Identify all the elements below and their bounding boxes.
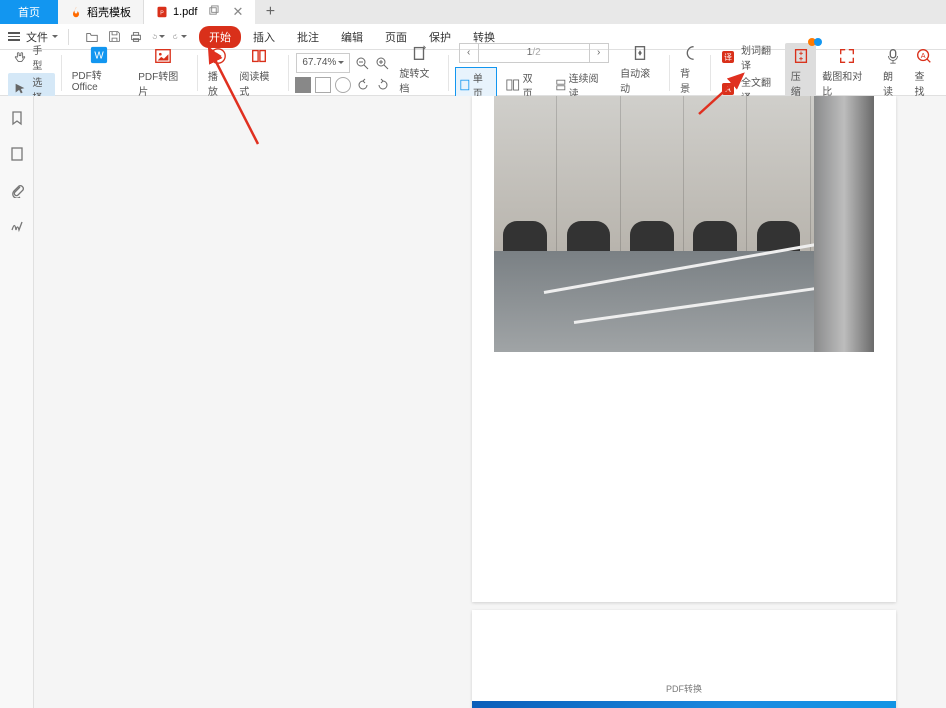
- filled-square-icon[interactable]: [295, 77, 311, 93]
- separator: [197, 55, 198, 91]
- play-button[interactable]: 播放: [202, 47, 233, 98]
- page-navigation: ‹ 1/2 ›: [459, 43, 609, 63]
- thumbnail-icon[interactable]: [9, 146, 25, 162]
- zoom-out-icon[interactable]: [354, 55, 370, 71]
- page1-image: [494, 96, 874, 352]
- tab-bar: 首页 稻壳模板 P 1.pdf ✕ +: [0, 0, 946, 24]
- menu-tab-edit[interactable]: 编辑: [331, 26, 373, 48]
- hand-icon: [11, 48, 28, 66]
- translate-word-icon: 译: [720, 48, 737, 66]
- pdf-icon: P: [156, 6, 168, 18]
- separator: [669, 55, 670, 91]
- rotate-doc[interactable]: 旋转文档: [393, 44, 444, 101]
- tab-file[interactable]: P 1.pdf ✕: [144, 0, 255, 24]
- circle-icon[interactable]: [335, 77, 351, 93]
- find-button[interactable]: A 查找: [908, 47, 939, 98]
- undo-icon[interactable]: [151, 30, 165, 44]
- pdf-to-image[interactable]: PDF转图片: [132, 47, 193, 98]
- compress-button[interactable]: 压缩: [785, 43, 816, 102]
- badge-icon: [808, 37, 822, 50]
- redo-icon[interactable]: [173, 30, 187, 44]
- word-icon: W: [90, 46, 108, 64]
- svg-text:A: A: [921, 51, 926, 60]
- rotate-left-icon[interactable]: [355, 77, 371, 93]
- open-icon[interactable]: [85, 30, 99, 44]
- page-prev[interactable]: ‹: [459, 43, 479, 63]
- tab-template-label: 稻壳模板: [87, 4, 131, 20]
- restore-icon[interactable]: [208, 5, 219, 19]
- flame-icon: [70, 6, 82, 18]
- microphone-icon: [884, 47, 902, 65]
- auto-scroll-icon: [631, 44, 649, 62]
- left-sidebar: [0, 96, 34, 708]
- rotate-doc-icon: [410, 44, 428, 62]
- tab-file-label: 1.pdf: [173, 6, 197, 18]
- svg-text:A: A: [726, 85, 732, 94]
- shape-tools: [295, 77, 391, 93]
- content-area[interactable]: PDF转换: [34, 96, 946, 708]
- pdf-page-2: PDF转换: [472, 610, 896, 708]
- rotate-right-icon[interactable]: [375, 77, 391, 93]
- screenshot-icon: [838, 47, 856, 65]
- cursor-icon: [11, 80, 28, 98]
- separator: [61, 55, 62, 91]
- find-icon: A: [915, 47, 933, 65]
- svg-text:W: W: [94, 51, 104, 62]
- svg-text:P: P: [160, 10, 164, 16]
- bookmark-icon[interactable]: [9, 110, 25, 126]
- menu-tab-insert[interactable]: 插入: [243, 26, 285, 48]
- read-mode[interactable]: 阅读模式: [233, 47, 284, 98]
- page2-label: PDF转换: [472, 610, 896, 695]
- new-tab-button[interactable]: +: [255, 0, 285, 24]
- square-icon[interactable]: [315, 77, 331, 93]
- separator: [68, 29, 69, 45]
- menu-tab-start[interactable]: 开始: [199, 26, 241, 48]
- translate-full-icon: A: [720, 80, 737, 98]
- separator: [448, 55, 449, 91]
- svg-text:译: 译: [724, 53, 732, 62]
- page-next[interactable]: ›: [589, 43, 609, 63]
- signature-icon[interactable]: [9, 218, 25, 234]
- separator: [288, 55, 289, 91]
- page2-image: [472, 701, 896, 708]
- screenshot-compare[interactable]: 截图和对比: [816, 47, 877, 98]
- background-menu[interactable]: 背景: [674, 44, 705, 101]
- separator: [710, 55, 711, 91]
- book-icon: [250, 47, 268, 65]
- ribbon: 手型 选择 W PDF转Office PDF转图片 播放 阅读模式 67.74%: [0, 50, 946, 96]
- play-icon: [209, 47, 227, 65]
- page-field[interactable]: 1/2: [479, 43, 589, 63]
- tab-home[interactable]: 首页: [0, 0, 58, 24]
- image-icon: [154, 47, 172, 65]
- auto-scroll[interactable]: 自动滚动: [614, 44, 665, 101]
- print-icon[interactable]: [129, 30, 143, 44]
- zoom-input[interactable]: 67.74%: [296, 53, 350, 73]
- attachment-icon[interactable]: [9, 182, 25, 198]
- save-icon[interactable]: [107, 30, 121, 44]
- moon-icon: [681, 44, 699, 62]
- zoom-in-icon[interactable]: [374, 55, 390, 71]
- compress-icon: [792, 47, 810, 65]
- hand-tool[interactable]: 手型: [8, 41, 55, 73]
- tab-home-label: 首页: [18, 4, 40, 20]
- word-translate[interactable]: 译 划词翻译: [717, 41, 783, 73]
- tab-template[interactable]: 稻壳模板: [58, 0, 144, 24]
- menu-tab-annotate[interactable]: 批注: [287, 26, 329, 48]
- read-aloud[interactable]: 朗读: [877, 47, 908, 98]
- pdf-to-office[interactable]: W PDF转Office: [66, 46, 133, 99]
- pdf-page-1: [472, 96, 896, 602]
- close-icon[interactable]: ✕: [232, 4, 243, 20]
- hamburger-icon[interactable]: [8, 32, 20, 41]
